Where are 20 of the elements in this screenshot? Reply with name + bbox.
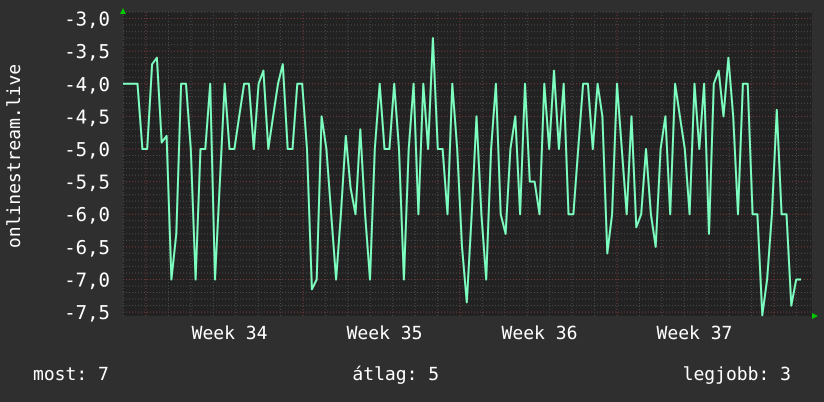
y-tick-label: -6,0 xyxy=(64,204,110,226)
x-tick-label: Week 36 xyxy=(502,323,578,344)
y-axis-title: onlinestream.live xyxy=(4,64,25,248)
x-tick-label: Week 37 xyxy=(656,323,732,344)
stat-label: most: 7 xyxy=(33,364,109,384)
y-tick-label: -3,5 xyxy=(64,41,110,64)
y-tick-label: -4,0 xyxy=(64,74,110,96)
y-tick-label: -7,5 xyxy=(64,302,110,324)
x-tick-label: Week 35 xyxy=(346,323,422,344)
arrowhead-icon xyxy=(812,313,818,319)
stat-label: legjobb: 3 xyxy=(682,364,791,384)
arrowhead-icon xyxy=(120,8,126,14)
y-tick-label: -7,0 xyxy=(64,269,110,292)
y-tick-label: -5,0 xyxy=(64,139,110,161)
x-tick-label: Week 34 xyxy=(192,323,268,344)
y-tick-label: -3,0 xyxy=(64,8,110,31)
stat-label: átlag: 5 xyxy=(352,364,440,384)
y-tick-label: -4,5 xyxy=(64,106,110,128)
y-tick-label: -5,5 xyxy=(64,172,110,194)
y-tick-label: -6,5 xyxy=(64,236,110,259)
